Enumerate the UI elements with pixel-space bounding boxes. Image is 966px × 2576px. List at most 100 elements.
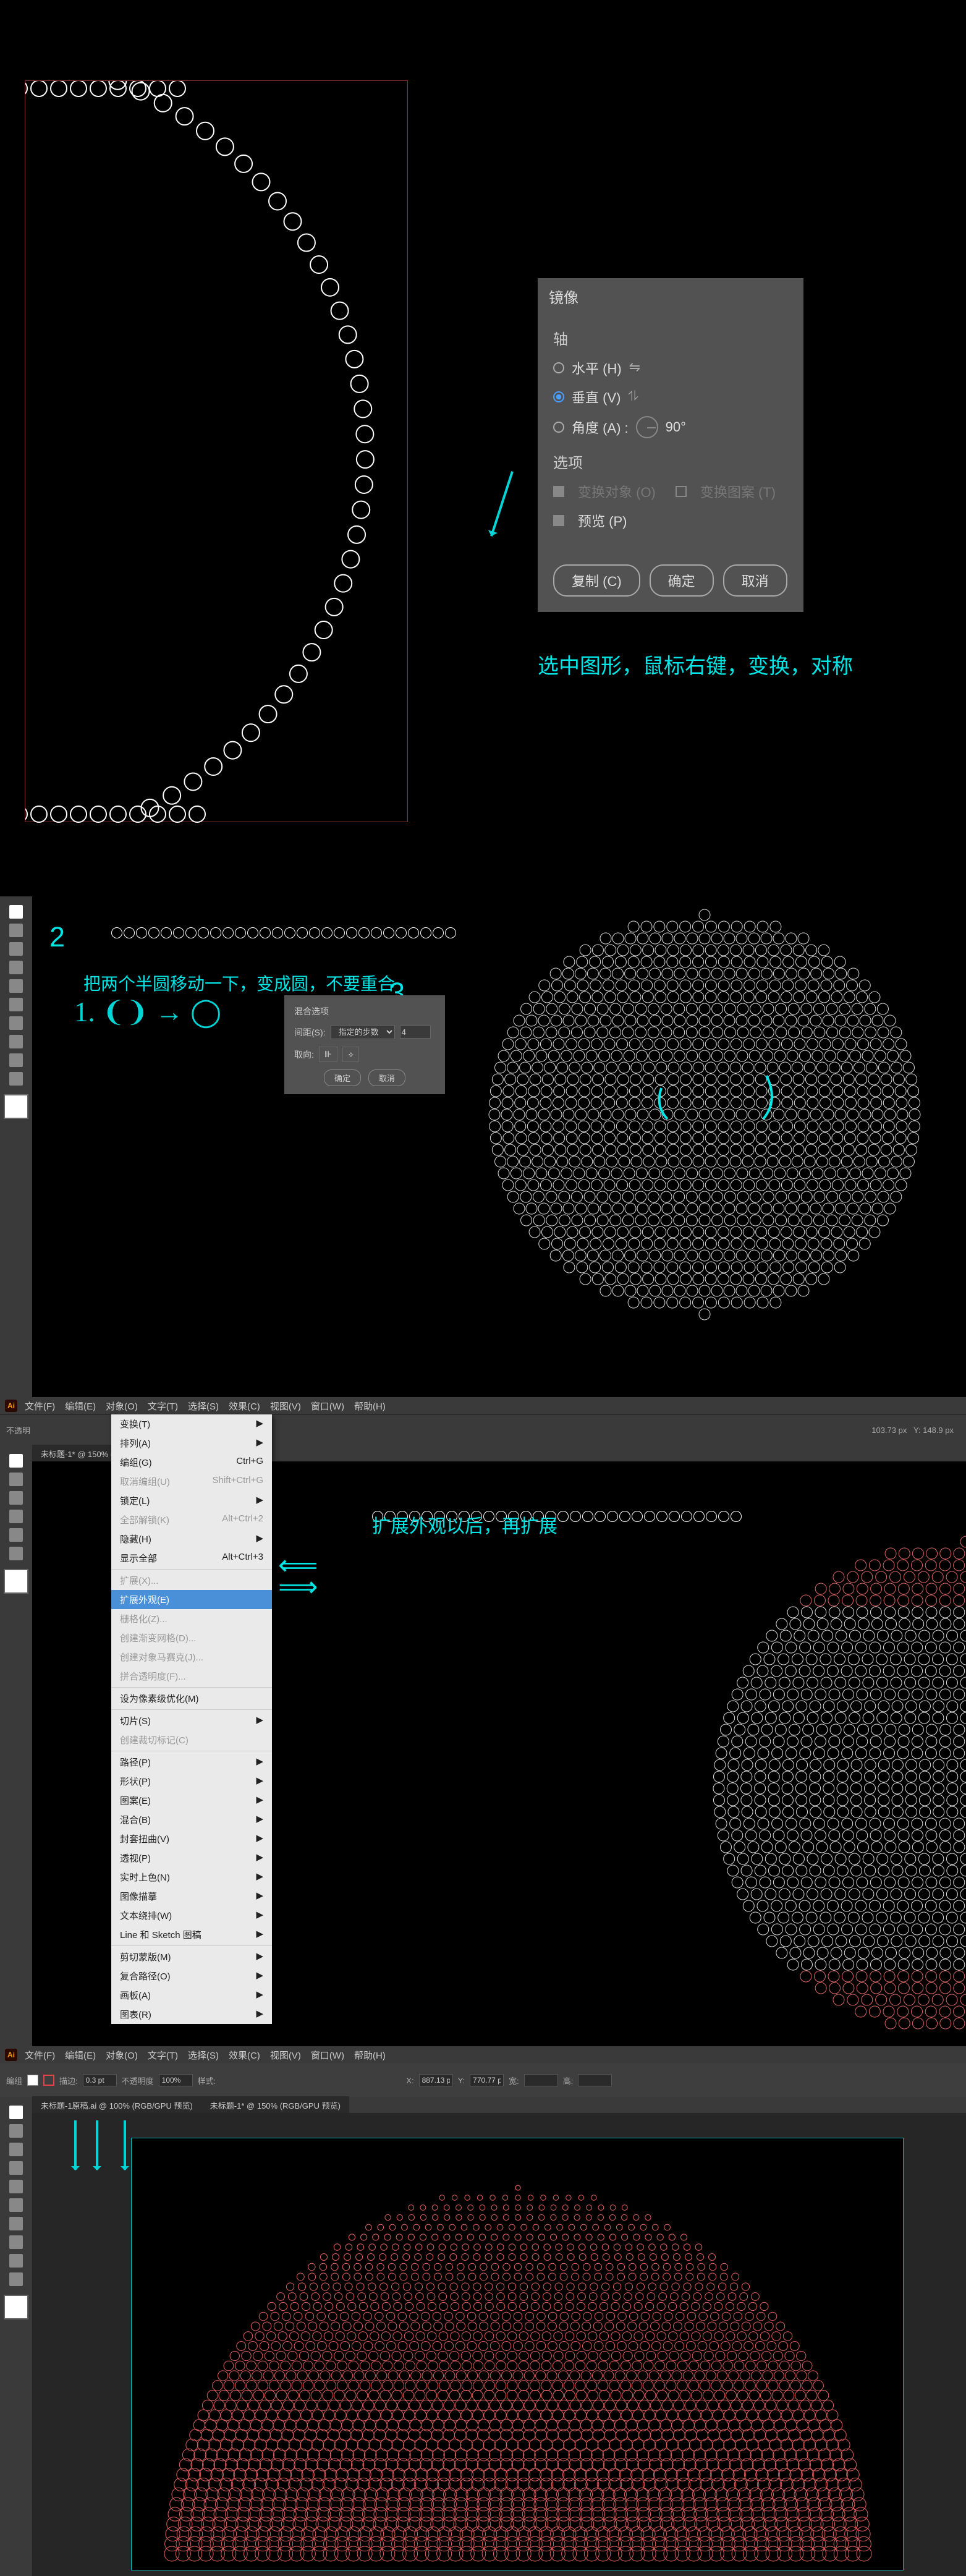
spacing-select[interactable]: 指定的步数 xyxy=(331,1025,395,1039)
selection-tool-icon[interactable] xyxy=(9,2106,23,2119)
menu-item[interactable]: 图表(R)▶ xyxy=(111,2005,272,2024)
menu-item[interactable]: 切片(S)▶ xyxy=(111,1711,272,1730)
menu-item[interactable]: 文本绕排(W)▶ xyxy=(111,1906,272,1925)
menu-item[interactable]: 锁定(L)▶ xyxy=(111,1491,272,1510)
pen-tool-icon[interactable] xyxy=(9,2143,23,2156)
menu-item[interactable]: 图案(E)▶ xyxy=(111,1791,272,1810)
menu-item[interactable]: 画板(A)▶ xyxy=(111,1986,272,2005)
ok-button[interactable]: 确定 xyxy=(650,564,714,597)
checkbox-transform-obj[interactable] xyxy=(553,486,564,497)
menu-item[interactable]: 编辑(E) xyxy=(60,2048,101,2064)
menu-item[interactable]: 显示全部Alt+Ctrl+3 xyxy=(111,1549,272,1568)
menu-item[interactable]: 路径(P)▶ xyxy=(111,1753,272,1772)
direct-select-icon[interactable] xyxy=(9,2124,23,2138)
menu-item[interactable]: 视图(V) xyxy=(265,2048,306,2064)
menu-item[interactable]: 实时上色(N)▶ xyxy=(111,1868,272,1887)
radio-angle[interactable]: 角度 (A) :90° xyxy=(553,416,788,438)
gradient-tool-icon[interactable] xyxy=(9,2272,23,2286)
menu-item[interactable]: 对象(O) xyxy=(101,1399,143,1414)
fill-stroke-swatch[interactable] xyxy=(4,2295,28,2319)
menu-item[interactable]: 图像描摹▶ xyxy=(111,1887,272,1906)
selection-tool-icon[interactable] xyxy=(9,905,23,919)
menu-item[interactable]: 帮助(H) xyxy=(349,2048,391,2064)
menu-item[interactable]: 效果(C) xyxy=(224,2048,265,2064)
opacity-input[interactable] xyxy=(159,2074,193,2086)
spacing-input[interactable] xyxy=(400,1026,431,1039)
menu-item[interactable]: 视图(V) xyxy=(265,1399,306,1414)
menu-item[interactable]: 拼合透明度(F)... xyxy=(111,1667,272,1686)
gradient-tool-icon[interactable] xyxy=(9,1053,23,1067)
menu-item[interactable]: 效果(C) xyxy=(224,1399,265,1414)
y-input[interactable] xyxy=(470,2074,504,2086)
orient-path-icon[interactable]: ⟡ xyxy=(342,1047,359,1062)
checkbox-transform-pat[interactable] xyxy=(676,486,687,497)
canvas[interactable] xyxy=(32,2113,966,2576)
stroke-swatch-icon[interactable] xyxy=(43,2075,54,2086)
menu-item[interactable]: 栅格化(Z)... xyxy=(111,1609,272,1628)
menu-item[interactable]: Line 和 Sketch 图稿▶ xyxy=(111,1925,272,1944)
menu-item[interactable]: 文字(T) xyxy=(143,2048,183,2064)
menu-item[interactable]: 窗口(W) xyxy=(306,1399,349,1414)
fill-stroke-swatch[interactable] xyxy=(4,1094,28,1119)
eyedropper-icon[interactable] xyxy=(9,1072,23,1086)
cancel-button[interactable]: 取消 xyxy=(723,564,787,597)
menu-item[interactable]: 编组(G)Ctrl+G xyxy=(111,1453,272,1472)
menu-item[interactable]: 形状(P)▶ xyxy=(111,1772,272,1791)
cancel-button[interactable]: 取消 xyxy=(368,1069,405,1086)
orient-align-icon[interactable]: ⊪ xyxy=(319,1047,337,1062)
menu-item[interactable]: 取消编组(U)Shift+Ctrl+G xyxy=(111,1472,272,1491)
document-tab[interactable]: 未标题-1原稿.ai @ 100% (RGB/GPU 预览) xyxy=(32,2096,201,2114)
shape-tool-icon[interactable] xyxy=(9,1528,23,1542)
rotate-tool-icon[interactable] xyxy=(9,2235,23,2249)
direct-select-icon[interactable] xyxy=(9,924,23,937)
document-tab[interactable]: 未标题-1* @ 150% (RGB/GPU 预览) xyxy=(201,2096,349,2114)
copy-button[interactable]: 复制 (C) xyxy=(553,564,640,597)
x-input[interactable] xyxy=(419,2074,453,2086)
menu-item[interactable]: 选择(S) xyxy=(183,2048,224,2064)
menu-item[interactable]: 扩展外观(E) xyxy=(111,1590,272,1609)
menu-item[interactable]: 对象(O) xyxy=(101,2048,143,2064)
menu-item[interactable]: 封套扭曲(V)▶ xyxy=(111,1829,272,1848)
w-input[interactable] xyxy=(524,2074,558,2086)
shape-tool-icon[interactable] xyxy=(9,2180,23,2193)
pen-tool-icon[interactable] xyxy=(9,1491,23,1505)
direct-select-icon[interactable] xyxy=(9,1473,23,1486)
pen-tool-icon[interactable] xyxy=(9,942,23,956)
fill-swatch-icon[interactable] xyxy=(27,2075,38,2086)
radio-vertical[interactable]: 垂直 (V)⥮ xyxy=(553,387,788,407)
ok-button[interactable]: 确定 xyxy=(324,1069,361,1086)
menu-item[interactable]: 帮助(H) xyxy=(349,1399,391,1414)
eraser-tool-icon[interactable] xyxy=(9,1016,23,1030)
menu-item[interactable]: 创建对象马赛克(J)... xyxy=(111,1647,272,1667)
menu-item[interactable]: 排列(A)▶ xyxy=(111,1434,272,1453)
radio-horizontal[interactable]: 水平 (H)⇋ xyxy=(553,358,788,378)
menu-item[interactable]: 扩展(X)... xyxy=(111,1571,272,1590)
menu-item[interactable]: 创建裁切标记(C) xyxy=(111,1730,272,1749)
menu-item[interactable]: 混合(B)▶ xyxy=(111,1810,272,1829)
menu-item[interactable]: 全部解锁(K)Alt+Ctrl+2 xyxy=(111,1510,272,1529)
type-tool-icon[interactable] xyxy=(9,2161,23,2175)
fill-stroke-swatch[interactable] xyxy=(4,1569,28,1594)
checkbox-preview[interactable] xyxy=(553,515,564,526)
menu-item[interactable]: 剪切蒙版(M)▶ xyxy=(111,1947,272,1966)
rotate-tool-icon[interactable] xyxy=(9,1035,23,1048)
menu-item[interactable]: 隐藏(H)▶ xyxy=(111,1529,272,1549)
brush-tool-icon[interactable] xyxy=(9,1547,23,1560)
type-tool-icon[interactable] xyxy=(9,961,23,974)
type-tool-icon[interactable] xyxy=(9,1510,23,1523)
menu-item[interactable]: 文字(T) xyxy=(143,1399,183,1414)
menu-item[interactable]: 复合路径(O)▶ xyxy=(111,1966,272,1986)
eraser-tool-icon[interactable] xyxy=(9,2217,23,2230)
menu-item[interactable]: 变换(T)▶ xyxy=(111,1414,272,1434)
menu-item[interactable]: 文件(F) xyxy=(20,1399,60,1414)
menu-item[interactable]: 编辑(E) xyxy=(60,1399,101,1414)
h-input[interactable] xyxy=(578,2074,612,2086)
stroke-width-input[interactable] xyxy=(83,2074,117,2086)
brush-tool-icon[interactable] xyxy=(9,2198,23,2212)
menu-item[interactable]: 选择(S) xyxy=(183,1399,224,1414)
menu-item[interactable]: 窗口(W) xyxy=(306,2048,349,2064)
menu-item[interactable]: 透视(P)▶ xyxy=(111,1848,272,1868)
selection-tool-icon[interactable] xyxy=(9,1454,23,1468)
menu-item[interactable]: 文件(F) xyxy=(20,2048,60,2064)
shape-tool-icon[interactable] xyxy=(9,979,23,993)
